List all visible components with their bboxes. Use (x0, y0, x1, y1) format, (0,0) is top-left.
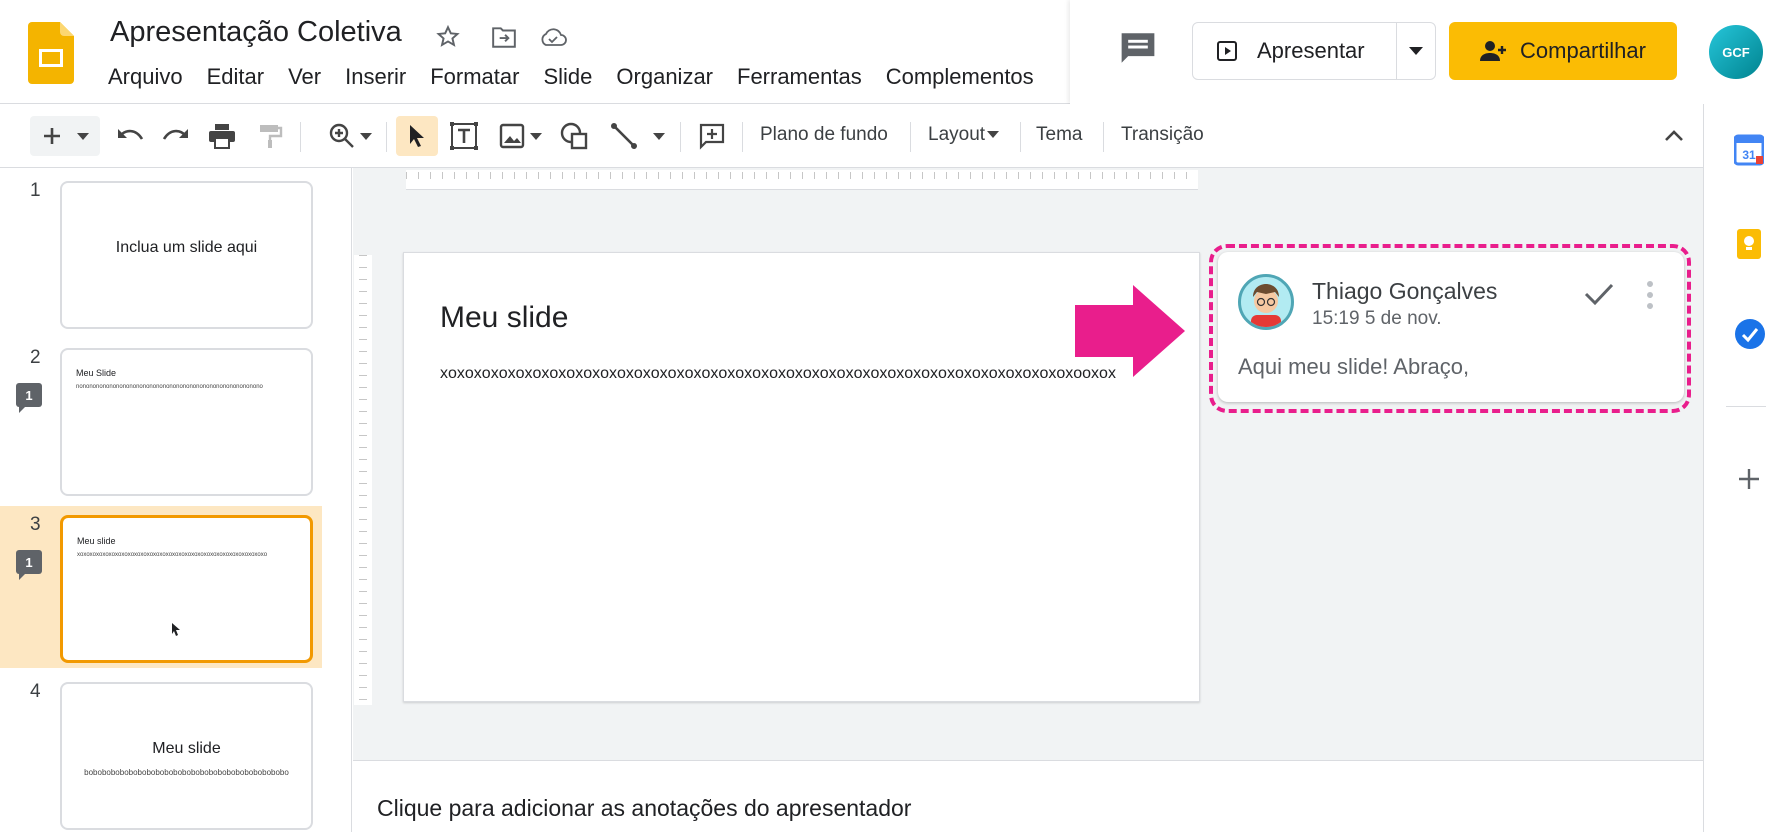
comment-badge-icon[interactable]: 1 (16, 550, 42, 580)
speaker-notes[interactable]: Clique para adicionar as anotações do ap… (353, 760, 1703, 832)
share-label: Compartilhar (1520, 38, 1646, 63)
app-header: Apresentação Coletiva Arquivo Editar Ver… (0, 0, 1786, 104)
undo-icon[interactable] (110, 116, 150, 156)
speaker-notes-placeholder[interactable]: Clique para adicionar as anotações do ap… (377, 795, 911, 822)
present-main[interactable]: Apresentar (1193, 23, 1398, 79)
more-options-icon[interactable] (1646, 280, 1654, 315)
menu-ver[interactable]: Ver (276, 64, 333, 90)
slide-thumbnail-row[interactable]: 2 1 Meu Slide nonononononononononononono… (0, 335, 322, 496)
line-dropdown-icon[interactable] (649, 116, 669, 156)
paint-format-icon[interactable] (250, 116, 290, 156)
slide-thumbnail[interactable]: Meu slide bobobobobobobobobobobobobobobo… (60, 682, 313, 830)
menu-formatar[interactable]: Formatar (418, 64, 531, 90)
panel-divider (1726, 406, 1766, 407)
slide-thumbnail-row[interactable]: 1 Inclua um slide aqui (0, 168, 322, 329)
chevron-down-icon (77, 132, 89, 140)
slide-thumbnail[interactable]: Inclua um slide aqui (60, 181, 313, 329)
layout-dropdown-icon (987, 131, 1000, 139)
zoom-dropdown-icon[interactable] (356, 116, 376, 156)
thumbnail-title: Meu slide (77, 536, 116, 546)
thumbnail-title: Meu slide (152, 740, 221, 757)
cloud-saved-icon[interactable] (538, 22, 568, 52)
present-dropdown-icon[interactable] (1397, 47, 1435, 55)
collapse-menus-icon[interactable] (1654, 116, 1694, 156)
toolbar: Plano de fundo Layout Tema Transição (0, 104, 1703, 168)
person-add-icon (1480, 41, 1507, 61)
slide-thumbnail[interactable]: Meu slide xoxoxoxoxoxoxoxoxoxoxoxoxoxoxo… (60, 515, 313, 663)
vertical-ruler[interactable] (354, 255, 372, 705)
keep-icon[interactable] (1736, 228, 1762, 265)
thumbnail-body: bobobobobobobobobobobobobobobobobobobobo… (84, 768, 289, 777)
menu-arquivo[interactable]: Arquivo (108, 64, 195, 90)
slide-number: 1 (30, 180, 41, 201)
theme-button[interactable]: Tema (1036, 124, 1082, 146)
menu-complementos[interactable]: Complementos (874, 64, 1046, 90)
slide-filmstrip: 1 Inclua um slide aqui 2 1 Meu Slide non… (0, 168, 352, 832)
line-icon[interactable] (604, 116, 644, 156)
slide-thumbnail-row[interactable]: 3 1 Meu slide xoxoxoxoxoxoxoxoxoxoxoxoxo… (0, 502, 322, 663)
select-tool-icon[interactable] (396, 116, 438, 156)
present-icon (1217, 41, 1237, 61)
text-box-icon[interactable] (444, 116, 484, 156)
slide-thumbnail-row[interactable]: 4 Meu slide bobobobobobobobobobobobobobo… (0, 669, 322, 830)
layout-label: Layout (928, 124, 986, 145)
resolve-check-icon[interactable] (1584, 282, 1614, 311)
comment-timestamp: 15:19 5 de nov. (1312, 308, 1442, 329)
present-label: Apresentar (1257, 38, 1365, 63)
thumbnail-body: nononononononononononononononononononono… (76, 384, 263, 390)
svg-text:31: 31 (1742, 148, 1756, 162)
share-button[interactable]: Compartilhar (1449, 22, 1677, 80)
thumbnail-title: Meu Slide (76, 368, 117, 378)
account-avatar[interactable]: GCF (1709, 25, 1763, 79)
menu-ferramentas[interactable]: Ferramentas (725, 64, 874, 90)
print-icon[interactable] (202, 116, 242, 156)
side-panel: 31 (1703, 104, 1786, 832)
slides-logo-icon[interactable] (28, 22, 74, 84)
image-dropdown-icon[interactable] (526, 116, 546, 156)
get-addons-icon[interactable] (1736, 466, 1762, 497)
shape-icon[interactable] (554, 116, 594, 156)
comment-author: Thiago Gonçalves (1312, 278, 1498, 304)
menu-organizar[interactable]: Organizar (604, 64, 725, 90)
transition-button[interactable]: Transição (1121, 124, 1204, 146)
comment-badge-icon[interactable]: 1 (16, 383, 42, 413)
comment-history-icon[interactable] (1118, 30, 1166, 70)
slide-number: 2 (30, 347, 41, 368)
mouse-cursor-icon (172, 623, 180, 636)
comment-text: Aqui meu slide! Abraço, (1238, 354, 1470, 379)
document-title[interactable]: Apresentação Coletiva (110, 16, 402, 49)
menu-inserir[interactable]: Inserir (333, 64, 418, 90)
calendar-icon[interactable]: 31 (1733, 134, 1765, 171)
plus-icon (44, 128, 60, 144)
slide-number: 3 (30, 514, 41, 535)
pink-arrow-icon (1075, 285, 1185, 377)
comment-card[interactable]: Thiago Gonçalves 15:19 5 de nov. Aqui me… (1218, 252, 1684, 402)
menu-editar[interactable]: Editar (195, 64, 276, 90)
move-folder-icon[interactable] (489, 22, 519, 52)
zoom-icon (329, 123, 354, 148)
horizontal-ruler[interactable] (406, 170, 1198, 190)
menu-slide[interactable]: Slide (531, 64, 604, 90)
thumbnail-body: xoxoxoxoxoxoxoxoxoxoxoxoxoxoxoxoxoxoxoxo… (77, 552, 268, 558)
present-button[interactable]: Apresentar (1192, 22, 1436, 80)
new-slide-button[interactable] (30, 116, 100, 156)
add-comment-icon[interactable] (692, 116, 732, 156)
thumbnail-text: Inclua um slide aqui (115, 239, 258, 256)
star-icon[interactable] (433, 22, 463, 52)
background-button[interactable]: Plano de fundo (760, 124, 888, 146)
redo-icon[interactable] (156, 116, 196, 156)
menu-bar: Arquivo Editar Ver Inserir Formatar Slid… (108, 64, 1046, 90)
slide-thumbnail[interactable]: Meu Slide nonononononononononononononono… (60, 348, 313, 496)
commenter-avatar (1238, 274, 1294, 330)
layout-button[interactable]: Layout (928, 124, 1000, 146)
slide-title[interactable]: Meu slide (440, 301, 568, 335)
slide-body[interactable]: xoxoxoxoxoxoxoxoxoxoxoxoxoxoxoxoxoxoxoxo… (440, 365, 1116, 383)
slide-number: 4 (30, 681, 41, 702)
tasks-icon[interactable] (1734, 318, 1766, 355)
